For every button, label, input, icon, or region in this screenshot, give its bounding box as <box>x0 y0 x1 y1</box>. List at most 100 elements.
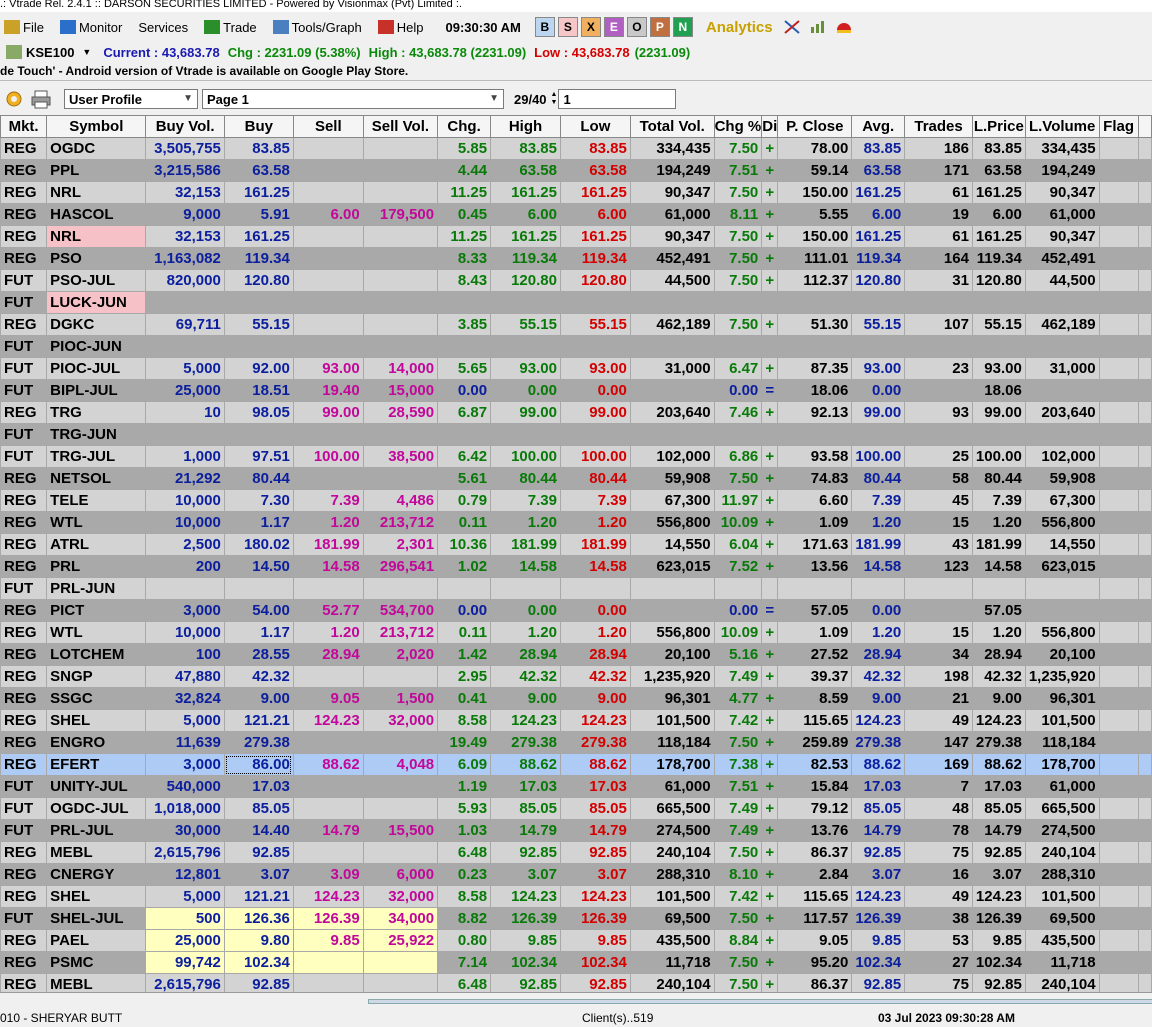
cell-sell-vol[interactable]: 213,712 <box>362 511 439 534</box>
cell-sell[interactable]: 7.39 <box>292 489 364 512</box>
cell-flag[interactable] <box>1098 665 1139 688</box>
menu-monitor[interactable]: Monitor <box>59 20 122 35</box>
cell-total-vol[interactable]: 194,249 <box>629 159 715 182</box>
cell-sell[interactable] <box>292 247 364 270</box>
table-row[interactable]: FUT PIOC-JUN <box>0 335 1152 358</box>
cell-buy[interactable]: 1.17 <box>223 511 294 534</box>
tools-cross-icon[interactable] <box>783 19 801 35</box>
index-dropdown-icon[interactable]: ▼ <box>82 47 91 57</box>
cell-avg[interactable]: 0.00 <box>851 599 906 622</box>
cell-sell-vol[interactable] <box>362 731 439 754</box>
cell-mkt[interactable]: REG <box>0 885 48 908</box>
cell-high[interactable]: 55.15 <box>490 313 561 336</box>
cell-l-price[interactable]: 119.34 <box>971 247 1026 270</box>
cell-flag[interactable] <box>1098 753 1139 776</box>
cell-high[interactable]: 181.99 <box>490 533 561 556</box>
cell-l-price[interactable]: 14.79 <box>971 819 1026 842</box>
cell-low[interactable]: 7.39 <box>559 489 631 512</box>
cell-di[interactable]: + <box>761 489 779 512</box>
cell-chg[interactable]: 5.16 <box>713 643 763 666</box>
column-header[interactable]: L.Price <box>971 115 1026 138</box>
cell-sell-vol[interactable]: 6,000 <box>362 863 439 886</box>
cell-sell-vol[interactable] <box>362 225 439 248</box>
cell-chg[interactable]: 7.42 <box>713 709 763 732</box>
table-row[interactable]: REG EFERT 3,000 86.00 88.62 4,048 6.09 88.62 88.… <box>0 753 1152 776</box>
cell-trades[interactable]: 61 <box>904 181 973 204</box>
cell-symbol[interactable]: UNITY-JUL <box>46 775 147 798</box>
cell-flag[interactable] <box>1098 599 1139 622</box>
cell-sell-vol[interactable] <box>362 159 439 182</box>
cell-chg[interactable]: 0.11 <box>437 621 492 644</box>
cell-chg[interactable]: 7.42 <box>713 885 763 908</box>
cell-buy[interactable]: 120.80 <box>223 269 294 292</box>
cell-flag[interactable] <box>1098 357 1139 380</box>
cell-symbol[interactable]: PRL <box>46 555 147 578</box>
cell-l-price[interactable]: 181.99 <box>971 533 1026 556</box>
cell-chg[interactable] <box>437 335 492 358</box>
cell-buy-vol[interactable]: 9,000 <box>145 203 225 226</box>
cell-l-price[interactable]: 18.06 <box>971 379 1026 402</box>
cell-buy-vol[interactable]: 12,801 <box>145 863 225 886</box>
quick-button-x[interactable]: X <box>580 17 601 37</box>
cell-symbol[interactable]: MEBL <box>46 841 147 864</box>
cell-buy-vol[interactable]: 5,000 <box>145 709 225 732</box>
cell-buy-vol[interactable]: 5,000 <box>145 357 225 380</box>
cell-buy[interactable]: 119.34 <box>223 247 294 270</box>
cell-l-price[interactable]: 28.94 <box>971 643 1026 666</box>
table-row[interactable]: REG LOTCHEM 100 28.55 28.94 2,020 1.42 28.94 28.… <box>0 643 1152 666</box>
menu-tools-graph[interactable]: Tools/Graph <box>272 20 362 35</box>
cell-buy[interactable] <box>223 335 294 358</box>
cell-l-price[interactable]: 1.20 <box>971 511 1026 534</box>
cell-l-volume[interactable]: 274,500 <box>1024 819 1100 842</box>
cell-di[interactable]: + <box>761 137 779 160</box>
cell-trades[interactable]: 49 <box>904 885 973 908</box>
cell-mkt[interactable]: FUT <box>0 577 48 600</box>
cell-symbol[interactable]: SNGP <box>46 665 147 688</box>
table-row[interactable]: REG DGKC 69,711 55.15 3.85 55.15 55.15 462,189 7… <box>0 313 1152 336</box>
cell-low[interactable]: 181.99 <box>559 533 631 556</box>
cell-mkt[interactable]: FUT <box>0 357 48 380</box>
cell-trades[interactable]: 38 <box>904 907 973 930</box>
cell-p-close[interactable] <box>777 335 853 358</box>
cell-chg[interactable]: 7.49 <box>713 665 763 688</box>
cell-low[interactable]: 1.20 <box>559 621 631 644</box>
cell-sell[interactable]: 1.20 <box>292 511 364 534</box>
cell-high[interactable]: 88.62 <box>490 753 561 776</box>
cell-chg[interactable]: 6.48 <box>437 841 492 864</box>
cell-symbol[interactable]: MEBL <box>46 973 147 992</box>
cell-high[interactable]: 9.00 <box>490 687 561 710</box>
cell-sell[interactable]: 124.23 <box>292 885 364 908</box>
cell-trades[interactable]: 16 <box>904 863 973 886</box>
cell-sell[interactable]: 19.40 <box>292 379 364 402</box>
cell-sell[interactable]: 99.00 <box>292 401 364 424</box>
cell-l-price[interactable]: 93.00 <box>971 357 1026 380</box>
cell-mkt[interactable]: REG <box>0 665 48 688</box>
cell-chg[interactable]: 11.25 <box>437 181 492 204</box>
cell-l-volume[interactable] <box>1024 577 1100 600</box>
cell-sell-vol[interactable] <box>362 335 439 358</box>
cell-sell-vol[interactable] <box>362 181 439 204</box>
cell-buy-vol[interactable]: 5,000 <box>145 885 225 908</box>
cell-symbol[interactable]: PAEL <box>46 929 147 952</box>
cell-avg[interactable]: 9.85 <box>851 929 906 952</box>
cell-chg[interactable]: 7.50 <box>713 951 763 974</box>
cell-chg[interactable]: 7.49 <box>713 797 763 820</box>
cell-sell[interactable] <box>292 159 364 182</box>
cell-chg[interactable]: 3.85 <box>437 313 492 336</box>
cell-trades[interactable]: 31 <box>904 269 973 292</box>
cell-high[interactable]: 63.58 <box>490 159 561 182</box>
cell-sell-vol[interactable] <box>362 951 439 974</box>
cell-low[interactable]: 102.34 <box>559 951 631 974</box>
cell-total-vol[interactable] <box>629 335 715 358</box>
cell-low[interactable]: 99.00 <box>559 401 631 424</box>
table-row[interactable]: REG PRL 200 14.50 14.58 296,541 1.02 14.58 14.58… <box>0 555 1152 578</box>
cell-high[interactable]: 161.25 <box>490 181 561 204</box>
cell-sell-vol[interactable] <box>362 269 439 292</box>
cell-trades[interactable]: 123 <box>904 555 973 578</box>
table-row[interactable]: REG SSGC 32,824 9.00 9.05 1,500 0.41 9.00 9.00 96… <box>0 687 1152 710</box>
cell-l-volume[interactable]: 101,500 <box>1024 709 1100 732</box>
cell-total-vol[interactable]: 462,189 <box>629 313 715 336</box>
cell-buy[interactable]: 126.36 <box>223 907 294 930</box>
cell-avg[interactable]: 92.85 <box>851 841 906 864</box>
cell-buy-vol[interactable]: 10 <box>145 401 225 424</box>
